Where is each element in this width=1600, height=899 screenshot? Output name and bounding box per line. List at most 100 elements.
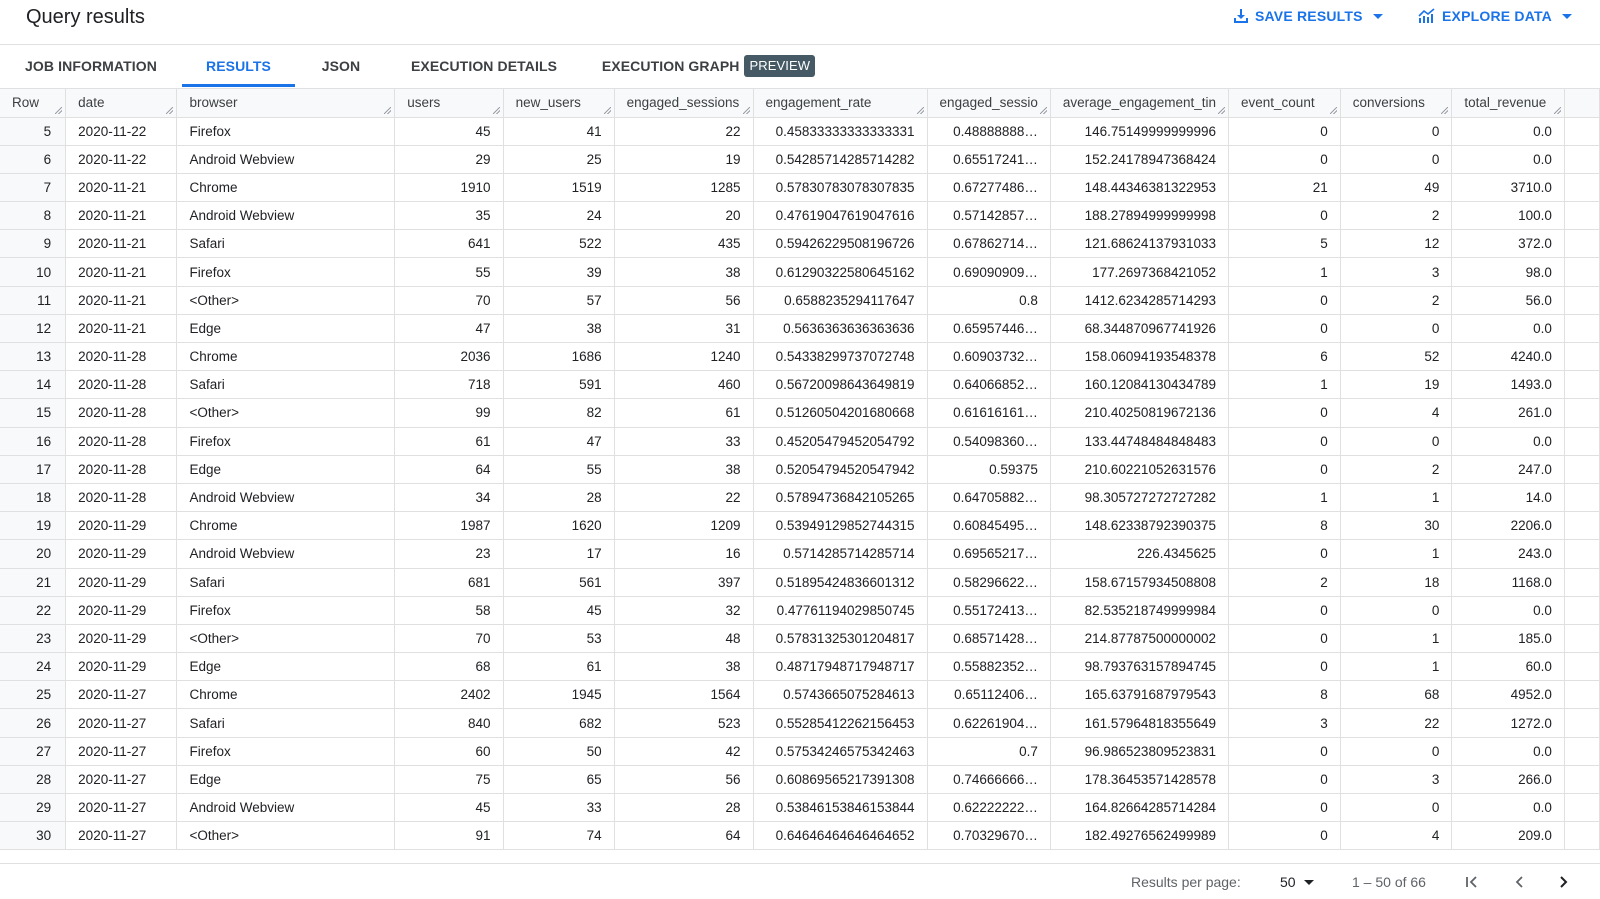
table-cell-total-revenue: 0.0 [1451,314,1565,344]
table-row: 9 2020-11-21 Safari 641 522 435 0.594262295081… [0,229,1600,259]
table-cell-engaged-sessio: 0.62261904… [927,708,1051,738]
table-cell-engaged-sessio: 0.74666666… [927,765,1051,795]
table-cell-new-users: 55 [503,455,615,484]
table-cell-total-revenue: 372.0 [1451,229,1565,259]
explore-data-button[interactable]: EXPLORE DATA [1418,8,1572,24]
resize-handle-icon[interactable] [166,106,174,114]
previous-page-button[interactable] [1507,870,1531,894]
table-cell-new-users: 591 [503,370,615,400]
table-cell-conversions: 3 [1340,257,1453,287]
column-header-users[interactable]: users [394,89,504,118]
table-cell-new-users: 45 [503,596,615,625]
table-cell-engaged-sessions: 523 [614,708,754,738]
resize-handle-icon[interactable] [1329,106,1337,114]
table-cell-event-count: 8 [1228,511,1341,541]
table-cell-total-revenue: 56.0 [1451,286,1565,315]
table-cell-engagement-rate: 0.54285714285714282 [753,145,928,174]
row-number: 21 [0,568,67,597]
table-cell-new-users: 74 [503,821,615,851]
column-header-engagement-rate[interactable]: engagement_rate [753,89,928,118]
table-cell-users: 840 [394,708,504,738]
table-cell-conversions: 1 [1340,539,1453,569]
column-header-row[interactable]: Row [0,89,67,118]
column-header-total-revenue[interactable]: total_revenue [1451,89,1565,118]
table-cell-date: 2020-11-29 [65,652,178,682]
column-header-average-engagement-tin[interactable]: average_engagement_tin [1050,89,1230,118]
table-cell-engaged-sessio: 0.60903732… [927,342,1051,372]
table-cell-engaged-sessio: 0.69565217… [927,539,1051,569]
table-cell-users: 34 [394,483,504,513]
column-header-conversions[interactable]: conversions [1340,89,1453,118]
row-number: 19 [0,511,67,541]
table-cell-date: 2020-11-29 [65,596,178,625]
table-cell-event-count: 0 [1228,145,1341,174]
table-cell-engaged-sessions: 33 [614,427,754,456]
tab-label: JSON [321,58,361,74]
next-page-button[interactable] [1552,870,1576,894]
resize-handle-icon[interactable] [384,106,392,114]
header-row: Row date browser users new_users engaged_sess… [0,89,1600,118]
table-cell-event-count: 8 [1228,680,1341,710]
table-row: 29 2020-11-27 Android Webview 45 33 28 0.53846… [0,793,1600,823]
table-cell-engagement-rate: 0.53949129852744315 [753,511,928,541]
tab-json[interactable]: JSON [295,46,387,87]
table-cell-engaged-sessions: 20 [614,201,754,231]
table-cell-average-engagement-tin: 160.12084130434789 [1050,370,1230,400]
tab-job-information[interactable]: JOB INFORMATION [0,46,182,87]
resize-handle-icon[interactable] [1039,106,1047,114]
table-cell-conversions: 4 [1340,398,1453,428]
table-cell-engaged-sessio: 0.55172413… [927,596,1051,625]
table-cell-total-revenue: 98.0 [1451,257,1565,287]
table-cell-engaged-sessio: 0.68571428… [927,624,1051,654]
column-header-engaged-sessio[interactable]: engaged_sessio [927,89,1051,118]
resize-handle-icon[interactable] [916,106,924,114]
table-cell-new-users: 53 [503,624,615,654]
resize-handle-icon[interactable] [742,106,750,114]
table-cell-new-users: 17 [503,539,615,569]
column-header-date[interactable]: date [65,89,178,118]
resize-handle-icon[interactable] [1218,106,1226,114]
table-cell-browser: Edge [176,652,396,682]
first-page-button[interactable] [1460,870,1484,894]
column-header-new-users[interactable]: new_users [503,89,615,118]
tab-execution-graph[interactable]: EXECUTION GRAPH PREVIEW [581,46,836,87]
tab-results[interactable]: RESULTS [182,46,295,87]
resize-handle-icon[interactable] [1553,106,1561,114]
table-cell-new-users: 82 [503,398,615,428]
table-cell-users: 45 [394,117,504,146]
table-cell-new-users: 61 [503,652,615,682]
table-cell-engagement-rate: 0.51895424836601312 [753,568,928,597]
table-cell-event-count: 5 [1228,229,1341,259]
row-filler [1564,257,1600,287]
table-cell-total-revenue: 0.0 [1451,117,1565,146]
resize-handle-icon[interactable] [1441,106,1449,114]
column-header-engaged-sessions[interactable]: engaged_sessions [614,89,754,118]
table-cell-users: 75 [394,765,504,795]
table-cell-engagement-rate: 0.59426229508196726 [753,229,928,259]
table-cell-engaged-sessions: 42 [614,737,754,766]
tab-label: EXECUTION GRAPH [601,58,740,74]
resize-handle-icon[interactable] [492,106,500,114]
table-cell-conversions: 12 [1340,229,1453,259]
table-cell-engagement-rate: 0.52054794520547942 [753,455,928,484]
results-per-page-select[interactable]: 50 [1280,874,1314,890]
table-cell-engagement-rate: 0.56720098643649819 [753,370,928,400]
resize-handle-icon[interactable] [55,106,63,114]
table-cell-conversions: 19 [1340,370,1453,400]
resize-handle-icon[interactable] [603,106,611,114]
table-cell-date: 2020-11-28 [65,483,178,513]
row-number: 23 [0,624,67,654]
table-cell-average-engagement-tin: 148.44346381322953 [1050,173,1230,203]
table-cell-new-users: 41 [503,117,615,146]
row-number: 7 [0,173,67,203]
table-cell-event-count: 1 [1228,483,1341,513]
column-header-event-count[interactable]: event_count [1228,89,1341,118]
tab-execution-details[interactable]: EXECUTION DETAILS [387,46,581,87]
table-cell-total-revenue: 0.0 [1451,596,1565,625]
table-cell-average-engagement-tin: 210.60221052631576 [1050,455,1230,484]
column-header-browser[interactable]: browser [176,89,396,118]
save-results-button[interactable]: SAVE RESULTS [1233,8,1383,24]
table-cell-new-users: 50 [503,737,615,766]
table-cell-engaged-sessions: 56 [614,286,754,315]
table-cell-total-revenue: 247.0 [1451,455,1565,484]
